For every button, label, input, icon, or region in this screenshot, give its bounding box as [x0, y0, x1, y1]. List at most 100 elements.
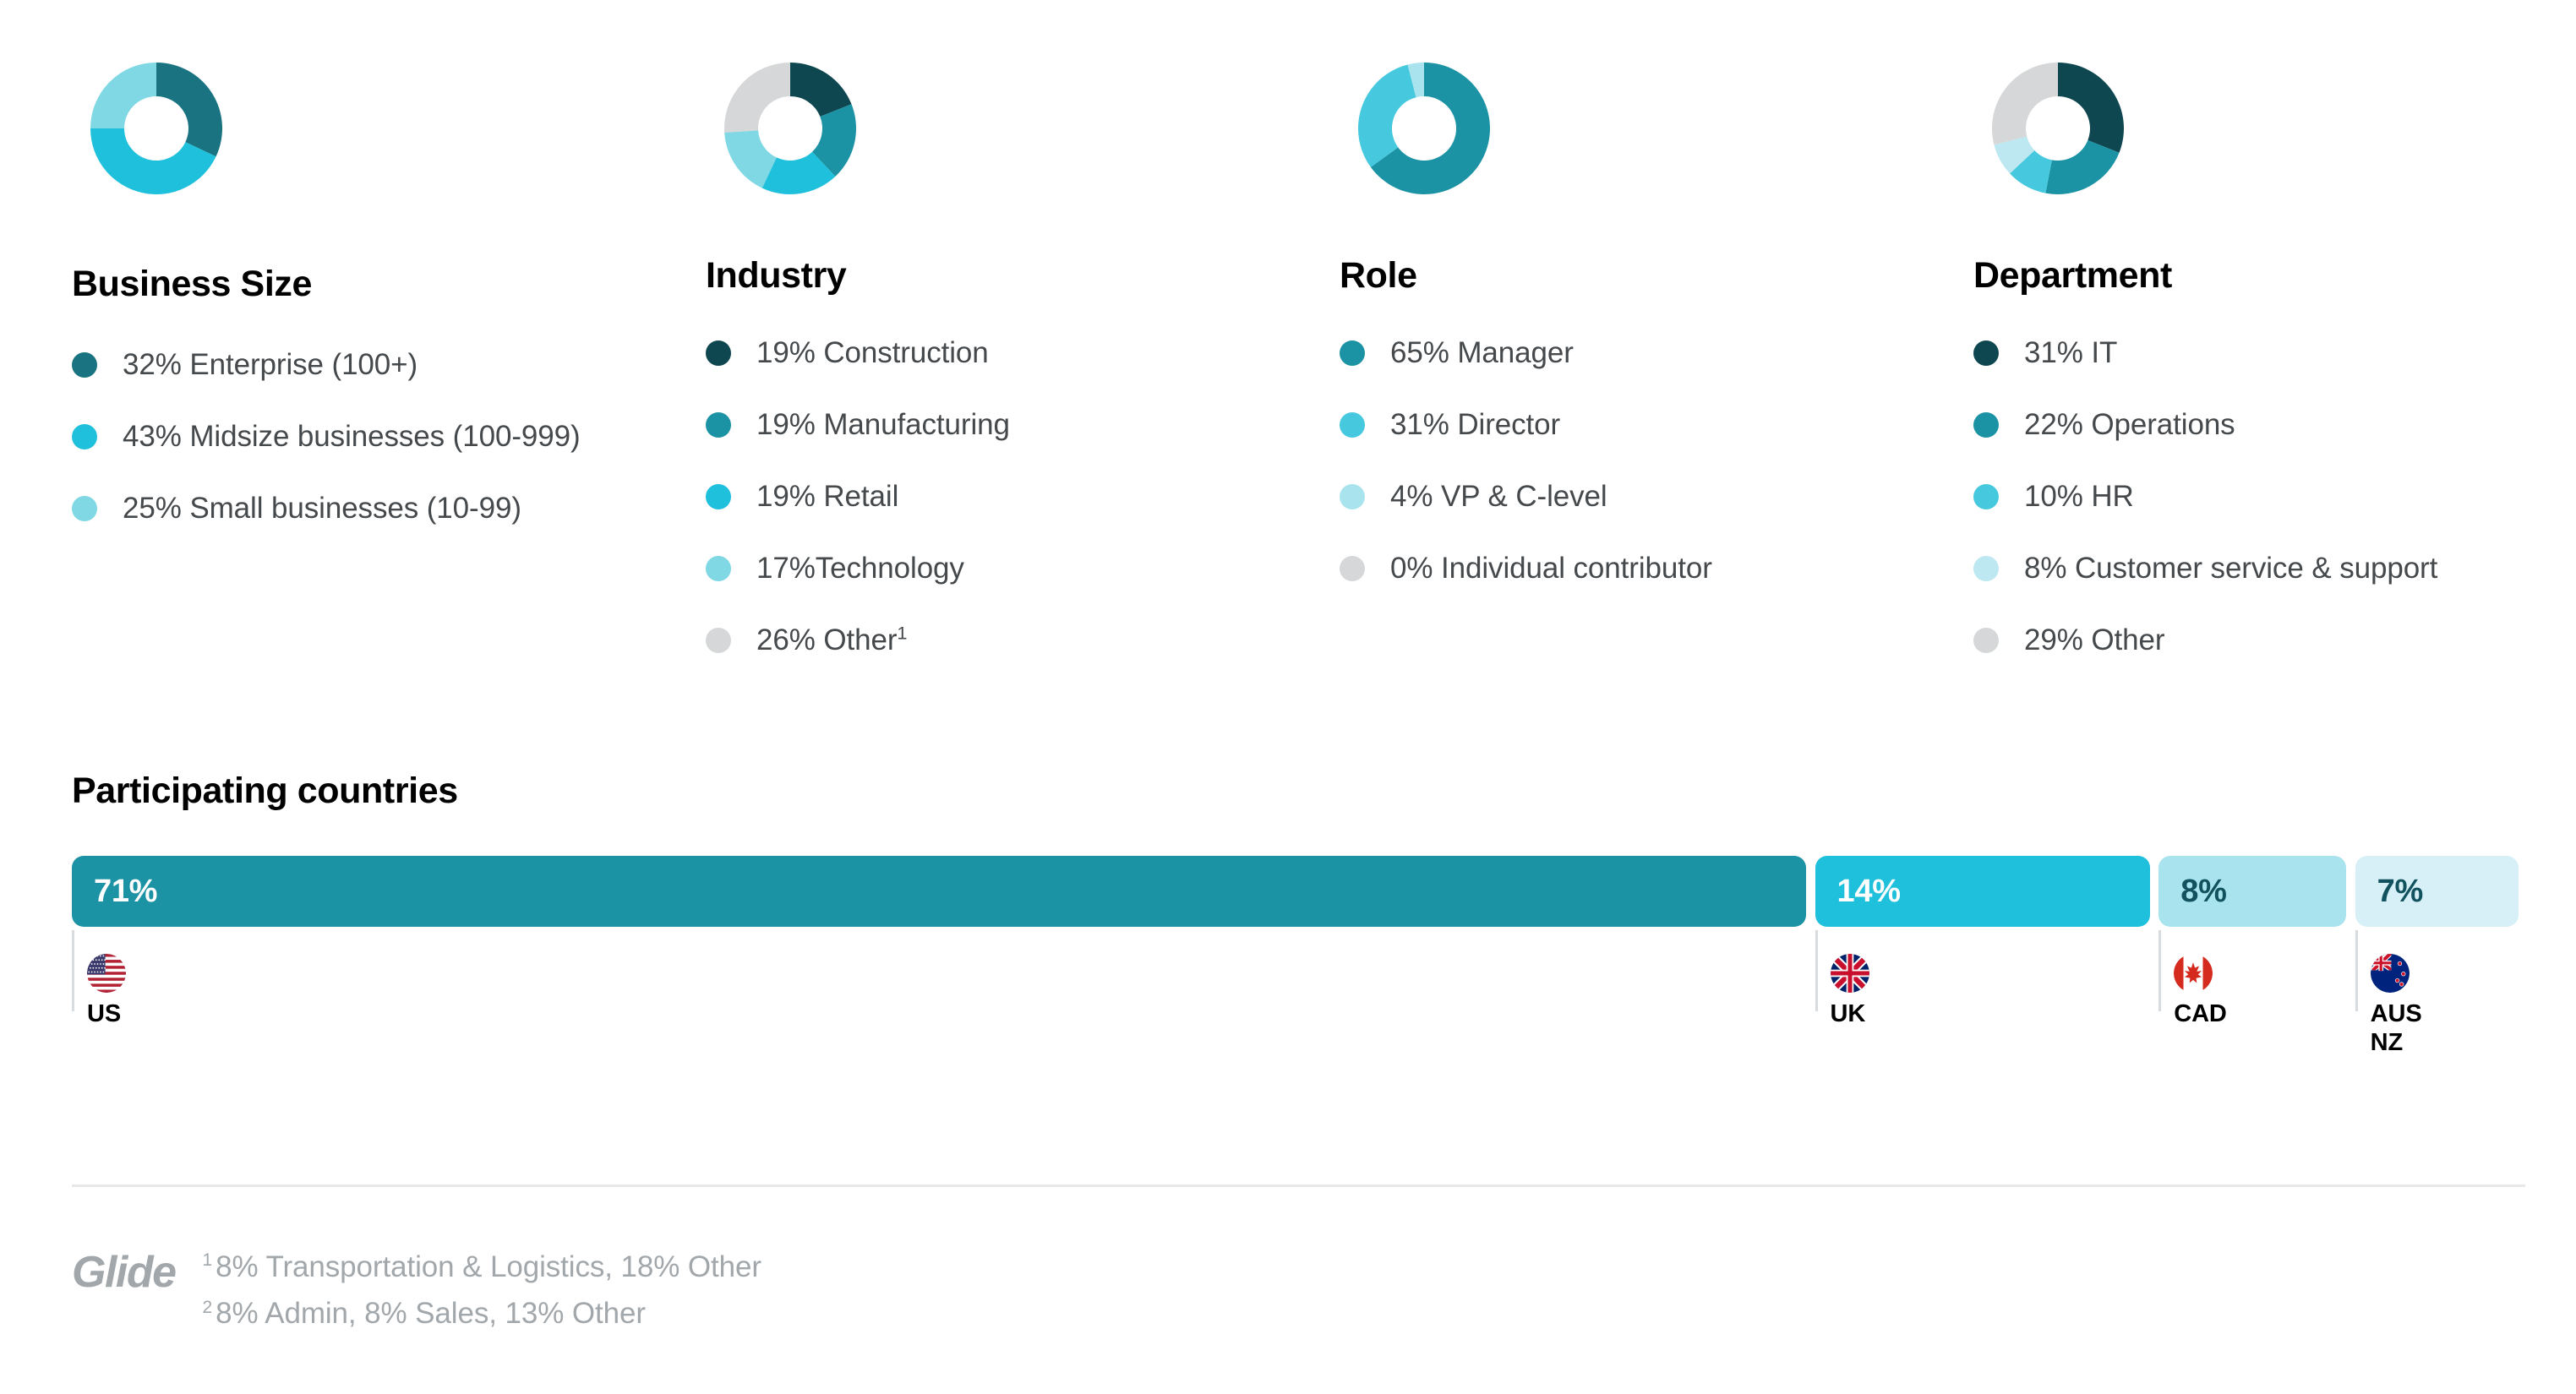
country-marker[interactable]: UK: [1830, 954, 1869, 1028]
demographics-grid: Business Size 32% Enterprise (100+) 43% M…: [72, 44, 2523, 676]
legend-item-label: 31% Director: [1390, 407, 1561, 441]
demographic-column-department: Department 31% IT 22% Operations 10% HR 8% …: [1973, 44, 2523, 676]
legend-color-dot: [72, 351, 97, 378]
legend-item: 0% Individual contributor: [1340, 532, 1973, 604]
legend-item: 17%Technology: [706, 532, 1340, 604]
legend-item-label: 10% HR: [2024, 479, 2134, 513]
legend-color-dot: [1973, 555, 1999, 581]
legend-color-dot: [1973, 627, 1999, 653]
donut-chart-role: [1340, 44, 1509, 213]
donut-slice: [724, 63, 790, 133]
legend-item-label: 32% Enterprise (100+): [123, 347, 418, 381]
donut-slice: [90, 63, 156, 128]
legend-color-dot: [706, 483, 731, 509]
legend-color-dot: [1340, 411, 1365, 438]
legend-color-dot: [706, 340, 731, 366]
donut-svg: [1358, 63, 1490, 194]
legend-item: 8% Customer service & support: [1973, 532, 2523, 604]
column-title-business-size: Business Size: [72, 264, 312, 304]
glide-logo: Glide: [72, 1248, 177, 1297]
legend-item: 19% Manufacturing: [706, 389, 1340, 460]
country-code-label: NZ: [2370, 1029, 2404, 1057]
infographic-sheet: Business Size 32% Enterprise (100+) 43% M…: [0, 0, 2576, 1394]
legend-item: 25% Small businesses (10-99): [72, 472, 706, 544]
legend-item-label: 0% Individual contributor: [1390, 551, 1712, 585]
flag-ca-icon: [2174, 954, 2213, 993]
donut-chart-business-size: [72, 44, 241, 213]
country-bar-segment[interactable]: 71%: [72, 856, 1807, 927]
country-bar-segment[interactable]: 7%: [2355, 856, 2519, 927]
donut-chart-department: [1973, 44, 2142, 213]
column-title-industry: Industry: [706, 255, 847, 296]
legend-business-size: 32% Enterprise (100+) 43% Midsize busines…: [72, 329, 706, 544]
legend-item: 4% VP & C-level: [1340, 460, 1973, 532]
donut-slice: [2058, 63, 2124, 153]
legend-item-label: 19% Construction: [756, 335, 989, 369]
legend-item: 31% IT: [1973, 317, 2523, 389]
donut-svg: [1992, 63, 2124, 195]
legend-item-label: 43% Midsize businesses (100-999): [123, 419, 581, 453]
legend-item: 31% Director: [1340, 389, 1973, 460]
legend-color-dot: [706, 411, 731, 438]
flag-nz-icon: [2370, 954, 2410, 993]
countries-stacked-bar: 71% 14% 8% 7%: [72, 856, 2527, 927]
legend-color-dot: [706, 627, 731, 653]
axis-tick: [1815, 930, 1818, 1011]
flag-us-icon: [87, 954, 126, 993]
legend-color-dot: [1973, 483, 1999, 509]
legend-item-label: 25% Small businesses (10-99): [123, 491, 521, 525]
legend-color-dot: [72, 495, 97, 521]
country-code-label: UK: [1830, 1000, 1866, 1027]
legend-item: 22% Operations: [1973, 389, 2523, 460]
legend-item: 65% Manager: [1340, 317, 1973, 389]
country-code-label: US: [87, 1000, 122, 1027]
legend-color-dot: [72, 423, 97, 449]
footer-divider: [72, 1184, 2525, 1187]
country-bar-segment[interactable]: 8%: [2158, 856, 2347, 927]
footnotes-list: 1 8% Transportation & Logistics, 18% Othe…: [203, 1244, 761, 1337]
legend-item-label: 31% IT: [2024, 335, 2118, 369]
legend-item: 26% Other1: [706, 604, 1340, 676]
legend-item: 29% Other: [1973, 604, 2523, 676]
donut-slice: [156, 63, 222, 157]
legend-color-dot: [1340, 483, 1365, 509]
demographic-column-role: Role 65% Manager 31% Director 4% VP & C-le…: [1340, 44, 1973, 676]
countries-axis-marks: US UK CAD AUS NZ: [72, 927, 2527, 1121]
country-marker[interactable]: US: [87, 954, 126, 1028]
country-bar-segment-label: 8%: [2180, 873, 2227, 909]
country-bar-segment-label: 14%: [1836, 873, 1901, 909]
legend-color-dot: [1340, 340, 1365, 366]
legend-color-dot: [706, 555, 731, 581]
legend-item-label: 8% Customer service & support: [2024, 551, 2438, 585]
donut-svg: [90, 63, 222, 195]
country-bar-segment[interactable]: 14%: [1815, 856, 2151, 927]
flag-uk-icon: [1830, 954, 1869, 993]
footnote-marker: 1: [202, 1250, 213, 1271]
donut-svg: [724, 63, 856, 194]
legend-item-label: 4% VP & C-level: [1390, 479, 1607, 513]
country-marker[interactable]: CAD: [2174, 954, 2227, 1028]
legend-color-dot: [1973, 340, 1999, 366]
participating-countries-title: Participating countries: [72, 771, 458, 811]
legend-item-label: 22% Operations: [2024, 407, 2235, 441]
country-code-label: CAD: [2174, 1000, 2227, 1027]
legend-item: 19% Retail: [706, 460, 1340, 532]
country-bar-segment-label: 7%: [2377, 873, 2424, 909]
axis-tick: [72, 930, 74, 1011]
donut-slice: [1358, 64, 1416, 167]
footnote: 2 8% Admin, 8% Sales, 13% Other: [202, 1297, 646, 1331]
legend-item: 32% Enterprise (100+): [72, 329, 706, 400]
axis-tick: [2355, 930, 2358, 1011]
donut-chart-industry: [706, 44, 875, 213]
column-title-department: Department: [1973, 255, 2172, 296]
column-title-role: Role: [1340, 255, 1417, 296]
legend-color-dot: [1973, 411, 1999, 438]
participating-countries-section: Participating countries 71% 14% 8% 7% US UK C…: [72, 771, 2527, 1121]
legend-footnote-marker: 1: [897, 621, 908, 643]
footnote-marker: 2: [202, 1297, 213, 1317]
legend-department: 31% IT 22% Operations 10% HR 8% Customer se…: [1973, 317, 2523, 676]
donut-slice: [1992, 63, 2058, 145]
country-marker[interactable]: AUS NZ: [2370, 954, 2422, 1057]
legend-item: 19% Construction: [706, 317, 1340, 389]
legend-role: 65% Manager 31% Director 4% VP & C-level 0%…: [1340, 317, 1973, 604]
